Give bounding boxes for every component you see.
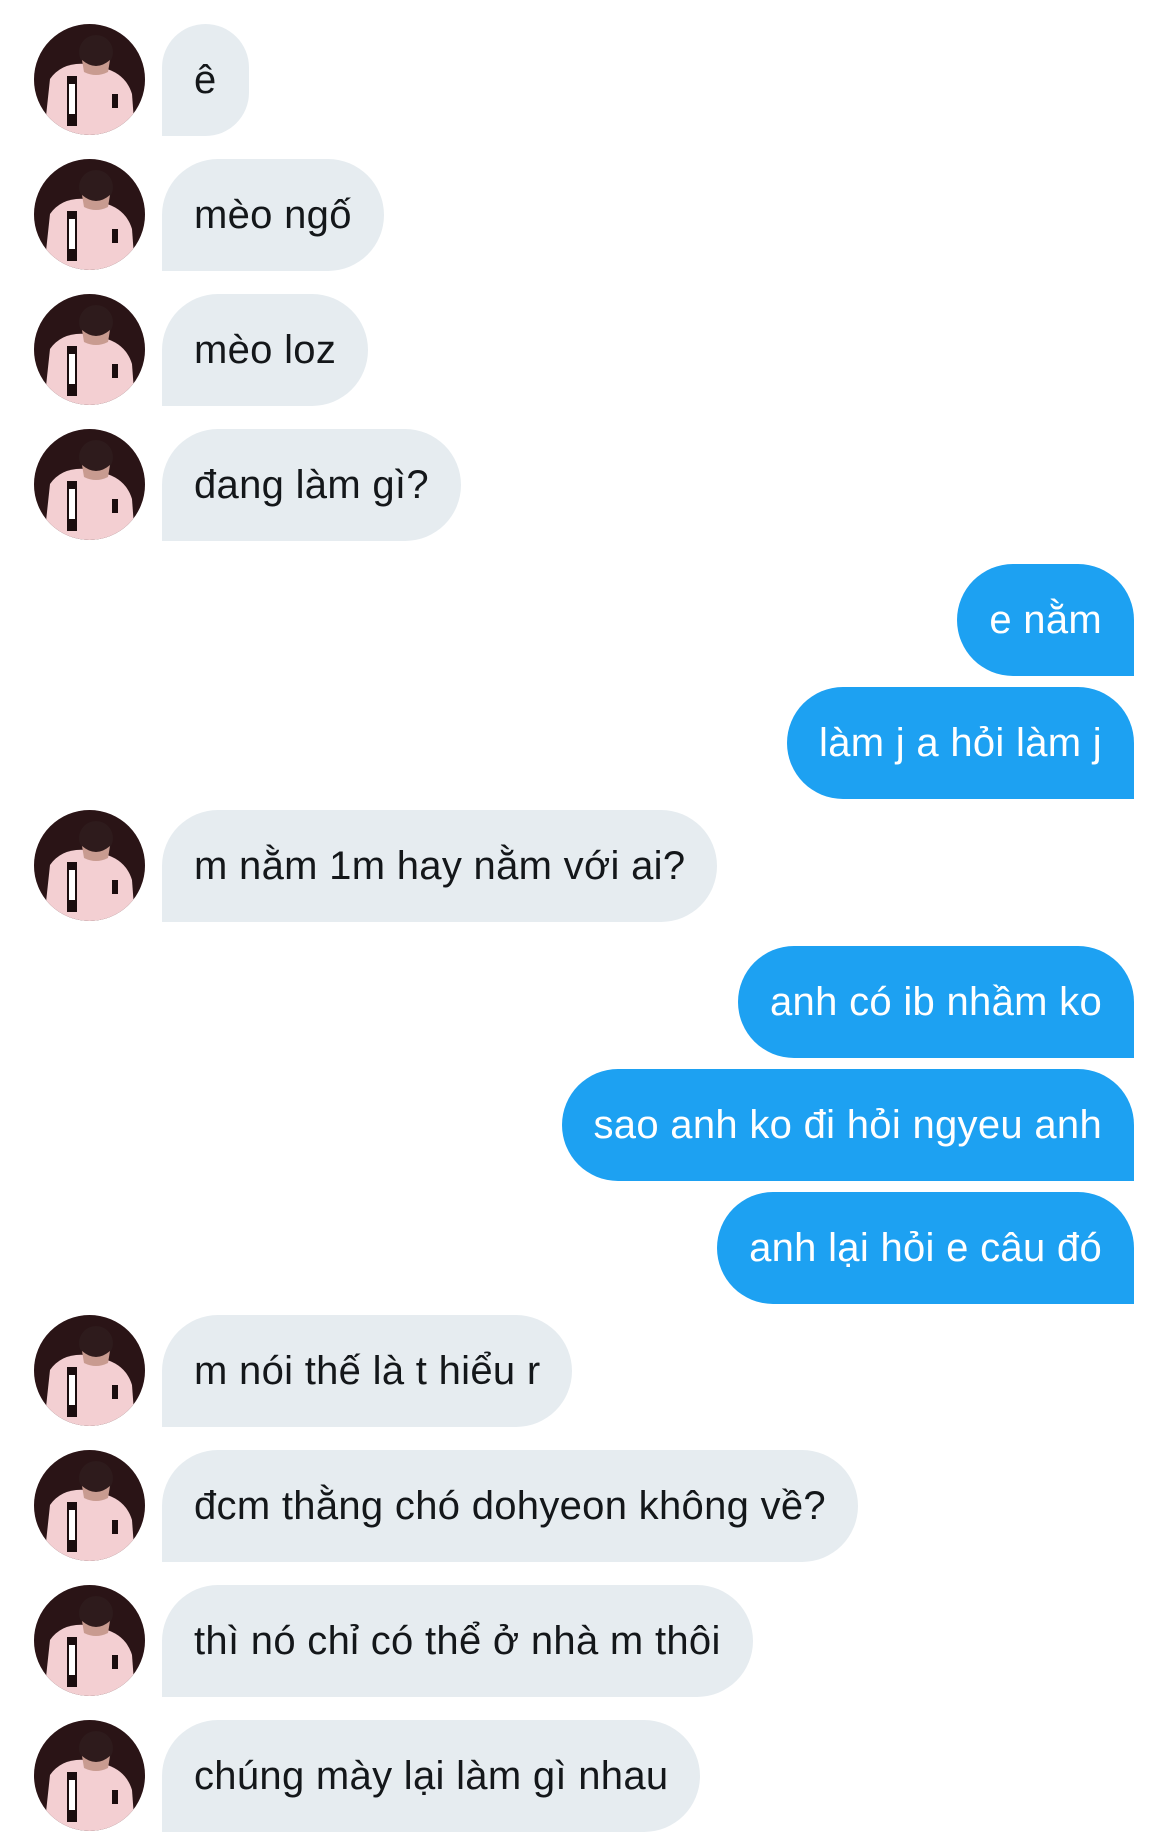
message-row-outgoing: sao anh ko đi hỏi ngyeu anh	[0, 1069, 1170, 1181]
message-bubble[interactable]: thì nó chỉ có thể ở nhà m thôi	[162, 1585, 753, 1697]
message-row-outgoing: anh có ib nhầm ko	[0, 946, 1170, 1058]
message-row-incoming: mèo loz	[0, 294, 1170, 406]
avatar[interactable]	[34, 429, 145, 540]
avatar[interactable]	[34, 24, 145, 135]
avatar[interactable]	[34, 159, 145, 270]
avatar[interactable]	[34, 1450, 145, 1561]
message-row-incoming: chúng mày lại làm gì nhau	[0, 1720, 1170, 1832]
message-bubble[interactable]: m nằm 1m hay nằm với ai?	[162, 810, 718, 922]
avatar[interactable]	[34, 1720, 145, 1831]
message-bubble[interactable]: mèo ngố	[162, 159, 384, 271]
avatar[interactable]	[34, 1315, 145, 1426]
message-bubble[interactable]: e nằm	[957, 564, 1134, 676]
message-row-incoming: thì nó chỉ có thể ở nhà m thôi	[0, 1585, 1170, 1697]
message-row-incoming: m nằm 1m hay nằm với ai?	[0, 810, 1170, 922]
message-row-incoming: mèo ngố	[0, 159, 1170, 271]
message-bubble[interactable]: đcm thằng chó dohyeon không về?	[162, 1450, 858, 1562]
message-bubble[interactable]: ê	[162, 24, 249, 136]
message-bubble[interactable]: anh có ib nhầm ko	[738, 946, 1134, 1058]
message-row-outgoing: anh lại hỏi e câu đó	[0, 1192, 1170, 1304]
message-bubble[interactable]: chúng mày lại làm gì nhau	[162, 1720, 701, 1832]
message-row-incoming: ê	[0, 24, 1170, 136]
avatar[interactable]	[34, 294, 145, 405]
message-row-incoming: đcm thằng chó dohyeon không về?	[0, 1450, 1170, 1562]
message-row-outgoing: làm j a hỏi làm j	[0, 687, 1170, 799]
message-bubble[interactable]: sao anh ko đi hỏi ngyeu anh	[561, 1069, 1134, 1181]
message-bubble[interactable]: làm j a hỏi làm j	[787, 687, 1134, 799]
avatar[interactable]	[34, 1585, 145, 1696]
message-bubble[interactable]: mèo loz	[162, 294, 369, 406]
message-row-incoming: m nói thế là t hiểu r	[0, 1315, 1170, 1427]
message-bubble[interactable]: anh lại hỏi e câu đó	[717, 1192, 1134, 1304]
message-row-outgoing: e nằm	[0, 564, 1170, 676]
message-bubble[interactable]: đang làm gì?	[162, 429, 461, 541]
message-bubble[interactable]: m nói thế là t hiểu r	[162, 1315, 573, 1427]
message-row-incoming: đang làm gì?	[0, 429, 1170, 541]
avatar[interactable]	[34, 810, 145, 921]
